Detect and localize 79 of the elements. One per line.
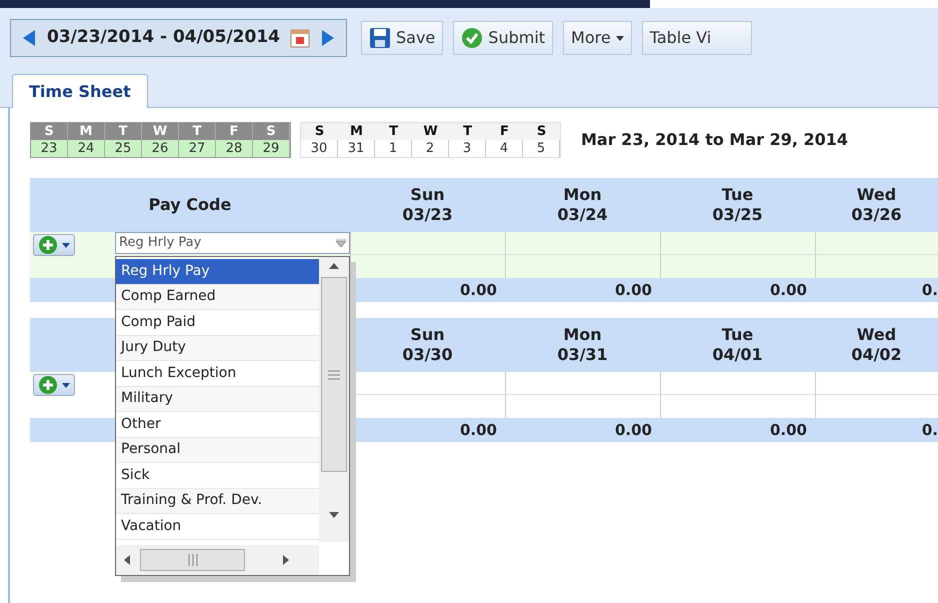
caret-icon bbox=[616, 36, 624, 40]
day-letter: S bbox=[253, 123, 290, 140]
day-date[interactable]: 27 bbox=[179, 140, 216, 157]
day-date[interactable]: 25 bbox=[105, 140, 142, 157]
day-letter: W bbox=[412, 123, 449, 140]
date-range-label: 03/23/2014 - 04/05/2014 bbox=[47, 26, 280, 50]
daily-total: 0.00 bbox=[770, 420, 807, 441]
add-row-button[interactable] bbox=[33, 374, 75, 396]
next-button[interactable] bbox=[320, 29, 336, 47]
toolbar-button[interactable]: Table Vi bbox=[642, 21, 752, 55]
dropdown-option[interactable]: Personal bbox=[116, 438, 319, 463]
day-letter: M bbox=[338, 123, 375, 140]
horizontal-scrollbar[interactable] bbox=[116, 545, 319, 575]
toolbar-button[interactable]: More bbox=[563, 21, 632, 55]
day-letter: S bbox=[31, 123, 68, 140]
dropdown-option[interactable]: Training & Prof. Dev. bbox=[116, 488, 319, 514]
scroll-left-icon bbox=[124, 555, 130, 565]
day-letter: W bbox=[142, 123, 179, 140]
column-header: Pay Code bbox=[148, 194, 232, 216]
previous-button[interactable] bbox=[21, 29, 37, 47]
column-header: Mon 03/31 bbox=[556, 324, 609, 366]
scrollbar-thumb[interactable] bbox=[321, 277, 347, 472]
scroll-up-icon bbox=[329, 263, 339, 269]
day-letter: T bbox=[449, 123, 486, 140]
caret-icon bbox=[62, 382, 70, 388]
right-arrow-icon bbox=[320, 29, 336, 47]
dropdown-option[interactable]: Military bbox=[116, 386, 319, 412]
scroll-down-icon bbox=[329, 512, 339, 518]
caret-icon bbox=[62, 242, 70, 248]
vertical-scrollbar[interactable] bbox=[319, 257, 349, 542]
dropdown-option[interactable]: Reg Hrly Pay bbox=[116, 259, 319, 284]
grip-icon bbox=[328, 370, 340, 380]
day-letter: S bbox=[523, 123, 560, 140]
daily-total: 0.00 bbox=[770, 280, 807, 301]
day-letter: F bbox=[216, 123, 253, 140]
dropdown-option[interactable]: Jury Duty bbox=[116, 336, 319, 361]
mini-calendar-week[interactable]: S 30 M 31 T 1 W 2 T 3 F 4 S 5 bbox=[300, 122, 561, 158]
daily-total: 0.00 bbox=[460, 420, 497, 441]
dropdown-option[interactable]: Comp Earned bbox=[116, 284, 319, 310]
day-letter: T bbox=[105, 123, 142, 140]
plus-circle-icon bbox=[38, 375, 58, 395]
column-header: Wed 04/02 bbox=[850, 324, 903, 366]
column-header: Sun 03/30 bbox=[401, 324, 454, 366]
dropdown-arrow-icon bbox=[336, 239, 346, 247]
pay-code-field[interactable]: Reg Hrly Pay bbox=[115, 232, 350, 254]
day-letter: T bbox=[375, 123, 412, 140]
day-date[interactable]: 24 bbox=[68, 140, 105, 157]
week-range-label: Mar 23, 2014 to Mar 29, 2014 bbox=[581, 129, 848, 151]
scroll-right-icon bbox=[283, 555, 289, 565]
check-circle-icon bbox=[461, 27, 484, 49]
scrollbar-thumb[interactable] bbox=[140, 549, 245, 571]
daily-total: 0. bbox=[922, 420, 938, 441]
tab[interactable]: Time Sheet bbox=[12, 74, 148, 108]
day-date[interactable]: 29 bbox=[253, 140, 290, 157]
column-header: Tue 04/01 bbox=[711, 324, 764, 366]
day-date[interactable]: 28 bbox=[216, 140, 253, 157]
day-letter: F bbox=[486, 123, 523, 140]
column-header: Tue 03/25 bbox=[711, 184, 764, 226]
toolbar-button[interactable]: Save bbox=[361, 21, 444, 55]
column-header: Wed 03/26 bbox=[850, 184, 903, 226]
day-letter: T bbox=[179, 123, 216, 140]
calendar-icon bbox=[290, 28, 310, 48]
daily-total: 0. bbox=[922, 280, 938, 301]
left-arrow-icon bbox=[21, 29, 37, 47]
calendar-button[interactable] bbox=[290, 28, 310, 48]
daily-total: 0.00 bbox=[460, 280, 497, 301]
day-letter: M bbox=[68, 123, 105, 140]
column-header: Mon 03/24 bbox=[556, 184, 609, 226]
column-header: Sun 03/23 bbox=[401, 184, 454, 226]
daily-total: 0.00 bbox=[614, 420, 652, 441]
mini-calendar-week[interactable]: S 23 M 24 T 25 W 26 T 27 F 28 S 29 bbox=[30, 122, 291, 158]
day-date[interactable]: 26 bbox=[142, 140, 179, 157]
day-letter: S bbox=[301, 123, 338, 140]
day-date[interactable]: 23 bbox=[31, 140, 68, 157]
add-row-button[interactable] bbox=[33, 234, 75, 256]
toolbar-button[interactable]: Submit bbox=[453, 21, 554, 55]
daily-total: 0.00 bbox=[614, 280, 652, 301]
plus-circle-icon bbox=[38, 235, 58, 255]
grip-icon bbox=[188, 554, 198, 566]
